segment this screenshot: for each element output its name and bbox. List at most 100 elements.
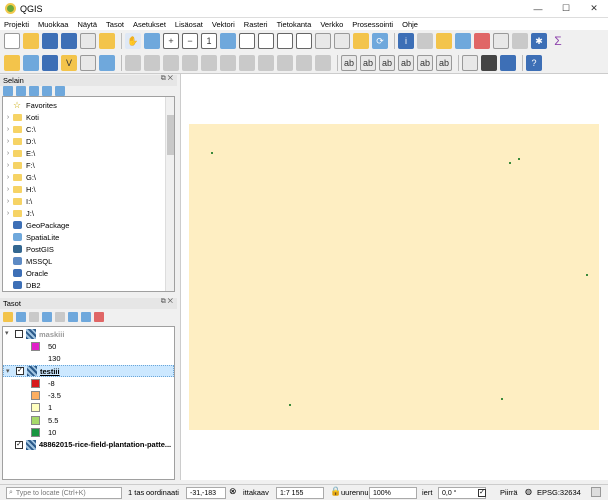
dock-float-close-icon[interactable]: ⧉ ✕ (161, 75, 173, 83)
collapse-arrow-icon[interactable]: ▾ (6, 367, 10, 375)
select-by-value-icon[interactable] (455, 33, 471, 49)
browser-item-c-drive[interactable]: › C:\ (3, 123, 174, 135)
zoom-out-icon[interactable]: − (182, 33, 198, 49)
browser-item-f-drive[interactable]: › F:\ (3, 159, 174, 171)
menu-lisaosat[interactable]: Lisäosat (175, 20, 203, 29)
menu-nayta[interactable]: Näytä (77, 20, 97, 29)
browser-item-koti[interactable]: › Koti (3, 111, 174, 123)
refresh-icon[interactable]: ⟳ (372, 33, 388, 49)
menu-vektori[interactable]: Vektori (212, 20, 235, 29)
undo-icon[interactable] (296, 54, 312, 71)
field-calculator-icon[interactable] (512, 33, 528, 49)
label-show-icon[interactable]: ab (379, 54, 395, 71)
digitize-icon[interactable] (182, 54, 198, 71)
menu-verkko[interactable]: Verkko (320, 20, 343, 29)
database-icon[interactable] (99, 54, 115, 71)
menu-tietokanta[interactable]: Tietokanta (277, 20, 312, 29)
zoom-full-icon[interactable] (220, 33, 236, 49)
save-project-icon[interactable] (42, 33, 58, 49)
expand-arrow-icon[interactable]: › (3, 210, 13, 217)
zoom-to-selection-icon[interactable] (239, 33, 255, 49)
vertex-tool-icon[interactable] (201, 54, 217, 71)
browser-item-geopackage[interactable]: GeoPackage (3, 219, 174, 231)
save-as-icon[interactable] (61, 33, 77, 49)
new-project-icon[interactable] (4, 33, 20, 49)
expand-arrow-icon[interactable]: › (3, 198, 13, 205)
map-canvas[interactable] (180, 74, 608, 480)
bookmarks-icon[interactable] (353, 33, 369, 49)
browser-item-j-drive[interactable]: › J:\ (3, 207, 174, 219)
magnifier-spinbox[interactable]: 100% (369, 487, 417, 499)
expand-arrow-icon[interactable]: › (3, 138, 13, 145)
pan-to-selection-icon[interactable] (144, 33, 160, 49)
identify-icon[interactable]: i (398, 33, 414, 49)
expand-all-icon[interactable] (68, 312, 78, 322)
maximize-button[interactable]: ☐ (552, 0, 580, 18)
browser-item-mssql[interactable]: MSSQL (3, 255, 174, 267)
menu-ohje[interactable]: Ohje (402, 20, 418, 29)
add-selected-icon[interactable] (3, 86, 13, 96)
manage-themes-icon[interactable] (29, 312, 39, 322)
scrollbar-thumb[interactable] (167, 115, 174, 155)
add-raster-icon[interactable] (42, 54, 58, 71)
add-group-icon[interactable] (16, 312, 26, 322)
coordinate-field[interactable]: -31,-183 (186, 487, 226, 499)
browser-item-d-drive[interactable]: › D:\ (3, 135, 174, 147)
label-move-icon[interactable]: ab (398, 54, 414, 71)
filter-legend-icon[interactable] (42, 312, 52, 322)
toggle-editing-icon[interactable] (144, 54, 160, 71)
label-pin-icon[interactable]: ab (360, 54, 376, 71)
zoom-to-layer-icon[interactable] (258, 33, 274, 49)
filter-icon[interactable] (29, 86, 39, 96)
browser-item-oracle[interactable]: Oracle (3, 267, 174, 279)
pan-hand-icon[interactable]: ✋ (125, 33, 141, 49)
new-map-view-icon[interactable] (315, 33, 331, 49)
locator-input[interactable]: ⌕ Type to locate (Ctrl+K) (6, 487, 122, 499)
add-vector-icon[interactable]: V (61, 54, 77, 71)
toolbox-icon[interactable]: ✱ (531, 33, 547, 49)
label-tool-icon[interactable]: ab (341, 54, 357, 71)
save-edits-icon[interactable] (163, 54, 179, 71)
deselect-icon[interactable] (474, 33, 490, 49)
expand-arrow-icon[interactable]: › (3, 126, 13, 133)
remove-layer-icon[interactable] (94, 312, 104, 322)
scale-combobox[interactable]: 1:7 155 (276, 487, 324, 499)
expand-arrow-icon[interactable]: › (3, 174, 13, 181)
minimize-button[interactable]: — (524, 0, 552, 18)
attribute-table-icon[interactable] (493, 33, 509, 49)
cut-icon[interactable] (239, 54, 255, 71)
browser-scrollbar[interactable] (165, 97, 174, 291)
copy-icon[interactable] (258, 54, 274, 71)
edit-pencil-icon[interactable] (125, 54, 141, 71)
menu-projekti[interactable]: Projekti (4, 20, 29, 29)
attributes-icon[interactable] (417, 33, 433, 49)
close-button[interactable]: ✕ (580, 0, 608, 18)
menu-tasot[interactable]: Tasot (106, 20, 124, 29)
layer-visibility-checkbox[interactable]: ✓ (16, 367, 24, 376)
browser-item-h-drive[interactable]: › H:\ (3, 183, 174, 195)
properties-icon[interactable] (55, 86, 65, 96)
crs-globe-icon[interactable]: ◍ (525, 487, 532, 496)
new-3d-map-icon[interactable] (334, 33, 350, 49)
browser-item-i-drive[interactable]: › I:\ (3, 195, 174, 207)
browser-item-db2[interactable]: DB2 (3, 279, 174, 291)
style-layer-icon[interactable] (3, 312, 13, 322)
menu-rasteri[interactable]: Rasteri (244, 20, 268, 29)
print-layout-icon[interactable] (80, 33, 96, 49)
filter-expression-icon[interactable] (55, 312, 65, 322)
zoom-native-icon[interactable]: 1 (201, 33, 217, 49)
expand-arrow-icon[interactable]: › (3, 162, 13, 169)
layer-visibility-checkbox[interactable]: ✓ (15, 440, 23, 449)
layer-row-rice-field[interactable]: ✓ 48862015-rice-field-plantation-patte..… (3, 439, 174, 451)
browser-item-spatialite[interactable]: SpatiaLite (3, 231, 174, 243)
toggle-extents-icon[interactable]: ⊗ (229, 486, 237, 497)
expand-arrow-icon[interactable]: › (3, 150, 13, 157)
browser-item-postgis[interactable]: PostGIS (3, 243, 174, 255)
layer-row-maskiii[interactable]: ▾ maskiii (3, 328, 174, 340)
add-layer-icon[interactable] (23, 54, 39, 71)
menu-asetukset[interactable]: Asetukset (133, 20, 166, 29)
layer-row-testiii[interactable]: ▾ ✓ testiii (3, 364, 174, 378)
menu-muokkaa[interactable]: Muokkaa (38, 20, 68, 29)
menu-prosessointi[interactable]: Prosessointi (352, 20, 393, 29)
plugin-car-icon[interactable] (481, 54, 497, 71)
